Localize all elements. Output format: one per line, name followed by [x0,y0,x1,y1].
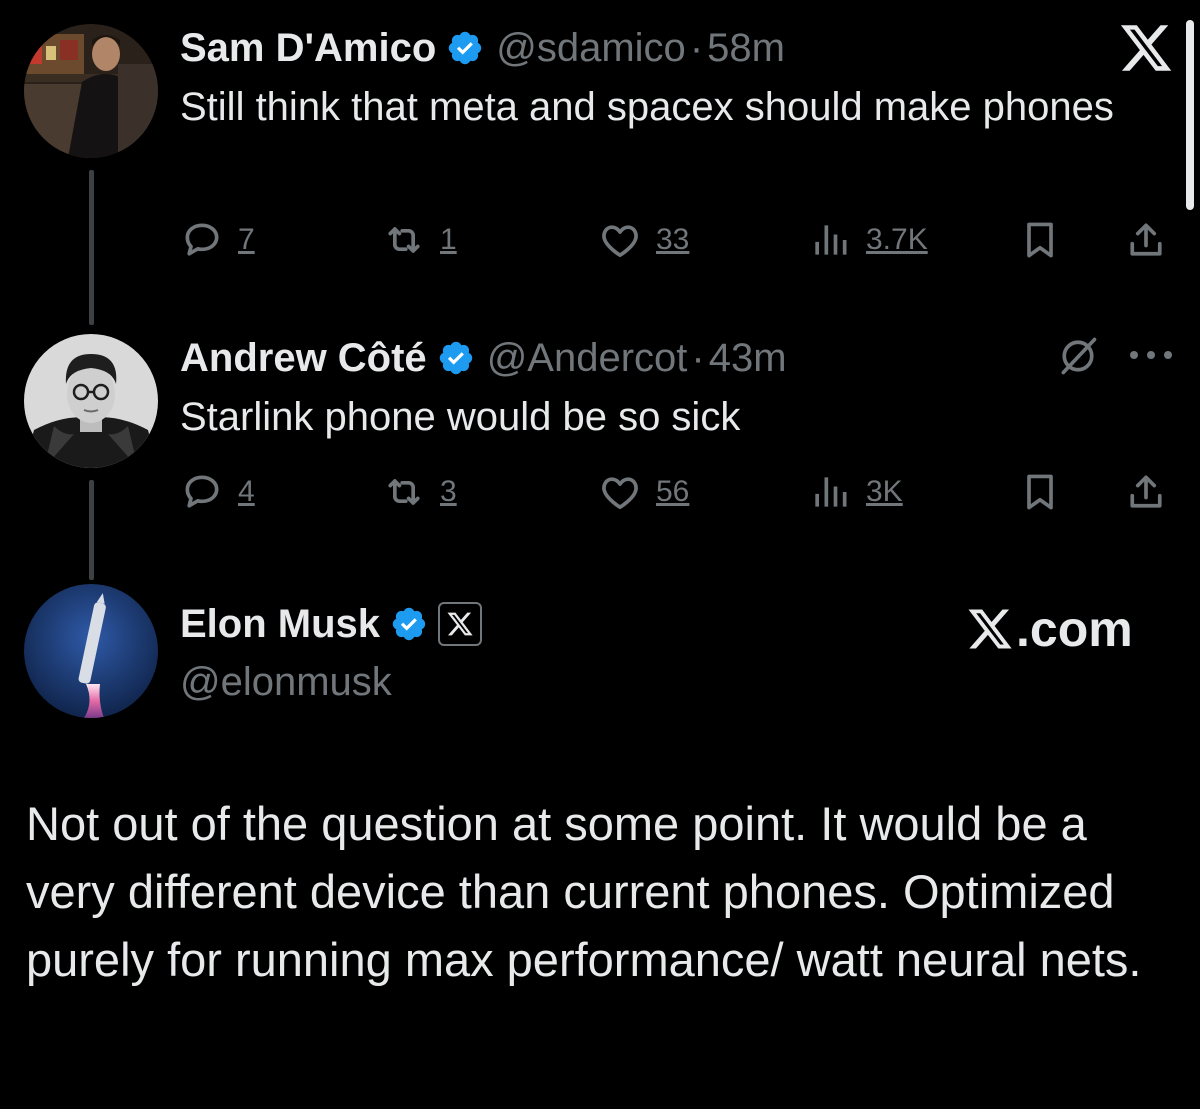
x-logo-icon [966,605,1014,653]
reply-icon [180,218,224,262]
repost-icon [382,470,426,514]
reply-icon [180,470,224,514]
grok-icon[interactable] [1056,334,1100,378]
like-button[interactable]: 56 [598,470,689,514]
bookmark-button[interactable] [1018,218,1062,262]
tweet-header: Andrew Côté @Andercot · 43m [180,334,787,382]
x-com-text: .com [1016,601,1133,657]
author-name[interactable]: Sam D'Amico [180,24,436,72]
avatar[interactable] [24,24,158,158]
author-name[interactable]: Andrew Côté [180,334,427,382]
reply-count: 4 [238,475,255,508]
verified-badge-icon[interactable] [446,29,484,67]
reply-count: 7 [238,223,255,256]
like-count: 33 [656,223,690,256]
verified-badge-icon[interactable] [390,605,428,643]
share-button[interactable] [1124,218,1168,262]
scrollbar[interactable] [1186,20,1194,210]
tweet-header: Elon Musk [180,600,483,648]
more-icon[interactable] [1126,345,1176,365]
bookmark-button[interactable] [1018,470,1062,514]
like-icon [598,218,642,262]
tweet-text: Still think that meta and spacex should … [180,85,1114,129]
like-button[interactable]: 33 [598,218,689,262]
views-icon [808,218,852,262]
timestamp[interactable]: 43m [709,334,787,382]
author-name[interactable]: Elon Musk [180,600,380,648]
author-handle[interactable]: @sdamico [496,24,686,72]
author-handle[interactable]: @Andercot [487,334,688,382]
like-count: 56 [656,475,690,508]
bookmark-icon [1018,470,1062,514]
affiliation-badge-x-icon[interactable] [438,602,483,646]
separator-dot: · [691,336,705,380]
repost-button[interactable]: 3 [382,470,457,514]
avatar[interactable] [24,334,158,468]
views-count: 3K [866,475,903,508]
repost-icon [382,218,426,262]
views-button[interactable]: 3.7K [808,218,928,262]
repost-count: 3 [440,475,457,508]
reply-button[interactable]: 4 [180,470,255,514]
thread-connector-line [89,480,94,580]
x-logo-icon[interactable] [1118,20,1174,76]
like-icon [598,470,642,514]
tweet-text: Starlink phone would be so sick [180,395,741,439]
thread-connector-line [89,170,94,325]
avatar[interactable] [24,584,158,718]
verified-badge-icon[interactable] [437,339,475,377]
tweet-header: Sam D'Amico @sdamico · 58m [180,24,785,72]
views-count: 3.7K [866,223,928,256]
share-icon [1124,218,1168,262]
tweet-actions: 7 1 33 3.7K [180,218,1170,266]
tweet-actions: 4 3 56 3K [180,470,1170,518]
share-icon [1124,470,1168,514]
author-handle[interactable]: @elonmusk [180,658,392,706]
x-com-logo: .com [966,600,1133,658]
views-icon [808,470,852,514]
reply-button[interactable]: 7 [180,218,255,262]
repost-count: 1 [440,223,457,256]
repost-button[interactable]: 1 [382,218,457,262]
share-button[interactable] [1124,470,1168,514]
bookmark-icon [1018,218,1062,262]
separator-dot: · [689,26,704,70]
views-button[interactable]: 3K [808,470,903,514]
main-tweet-text: Not out of the question at some point. I… [26,797,1142,986]
timestamp[interactable]: 58m [707,24,785,72]
